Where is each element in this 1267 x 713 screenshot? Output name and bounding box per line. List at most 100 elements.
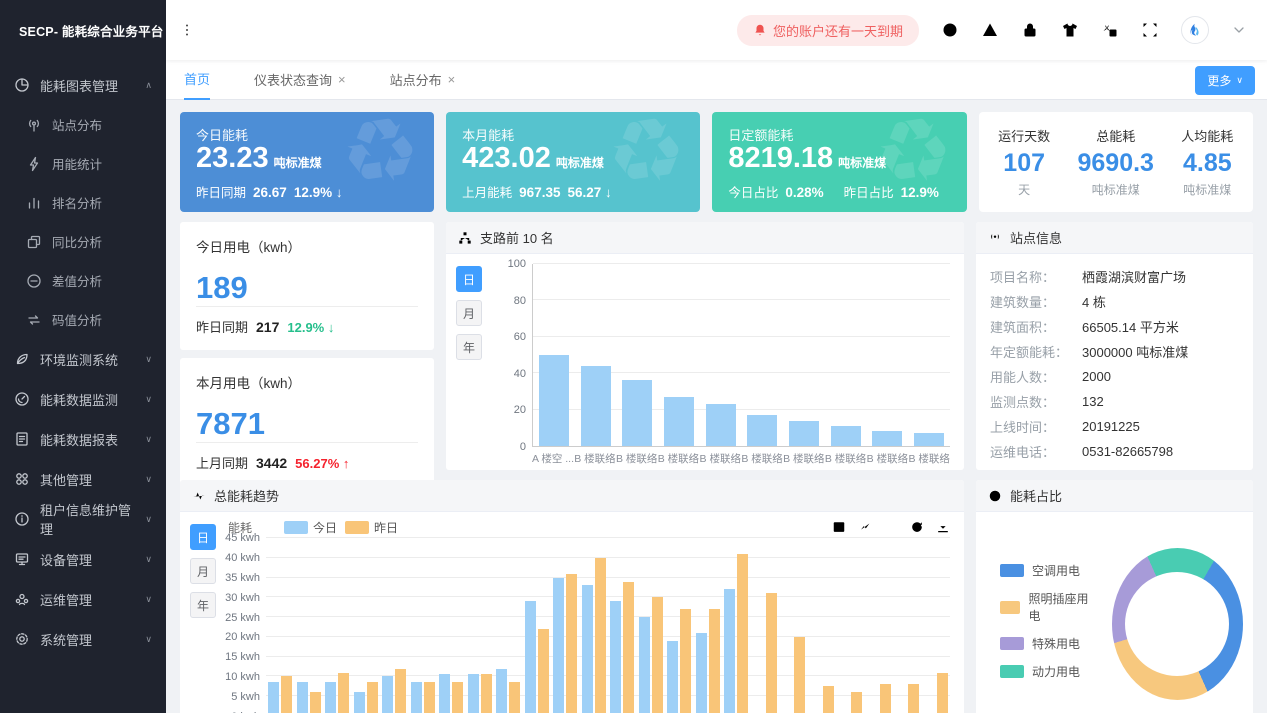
bar-group[interactable] (616, 264, 658, 446)
bar-group[interactable] (466, 538, 495, 713)
dashboard-icon[interactable] (941, 21, 959, 39)
bar-group[interactable] (608, 538, 637, 713)
tab-site-distribution[interactable]: 站点分布× (390, 60, 456, 100)
bar-yesterday[interactable] (367, 682, 378, 713)
toggle-month[interactable]: 月 (456, 300, 482, 326)
lock-icon[interactable] (1021, 21, 1039, 39)
bar-yesterday[interactable] (908, 684, 919, 713)
bar-group[interactable] (637, 538, 666, 713)
sidebar-item-energy-statistics[interactable]: 用能统计 (0, 144, 166, 183)
warning-icon[interactable] (981, 21, 999, 39)
bar-group[interactable] (893, 538, 922, 713)
bar[interactable] (789, 421, 819, 446)
bar-group[interactable] (494, 538, 523, 713)
tab-home[interactable]: 首页 (184, 60, 210, 100)
sidebar-item-difference-analysis[interactable]: 差值分析 (0, 261, 166, 300)
bar-group[interactable] (409, 538, 438, 713)
bar-group[interactable] (380, 538, 409, 713)
bar[interactable] (872, 431, 902, 446)
bar-today[interactable] (639, 617, 650, 713)
sidebar-group-energy-reports[interactable]: 能耗数据报表 ∨ (0, 419, 166, 459)
legend-item-ac[interactable]: 空调用电 (1000, 562, 1090, 579)
bar-group[interactable] (808, 538, 837, 713)
bar-yesterday[interactable] (281, 676, 292, 713)
bar-today[interactable] (268, 682, 279, 713)
bar-today[interactable] (610, 601, 621, 713)
bar-group[interactable] (580, 538, 609, 713)
bar-yesterday[interactable] (680, 609, 691, 713)
bar-yesterday[interactable] (310, 692, 321, 713)
bar-group[interactable] (266, 538, 295, 713)
toggle-day[interactable]: 日 (190, 524, 216, 550)
bar-yesterday[interactable] (937, 673, 948, 713)
refresh-icon[interactable] (910, 520, 924, 534)
sidebar-group-ops-management[interactable]: 运维管理 ∨ (0, 579, 166, 619)
toggle-year[interactable]: 年 (190, 592, 216, 618)
bar-yesterday[interactable] (851, 692, 862, 713)
bar-yesterday[interactable] (709, 609, 720, 713)
legend-item-today[interactable]: 今日 (284, 519, 337, 536)
bar[interactable] (622, 380, 652, 446)
bar-today[interactable] (354, 692, 365, 713)
bar-today[interactable] (582, 585, 593, 713)
close-tab-icon[interactable]: × (448, 72, 456, 87)
bar-yesterday[interactable] (794, 637, 805, 713)
bar-series[interactable] (533, 264, 950, 446)
bar-today[interactable] (325, 682, 336, 713)
bar-group[interactable] (533, 264, 575, 446)
bar-today[interactable] (724, 589, 735, 713)
bar[interactable] (914, 433, 944, 446)
fullscreen-icon[interactable] (1141, 21, 1159, 39)
bar-yesterday[interactable] (766, 593, 777, 713)
sidebar-item-code-value-analysis[interactable]: 码值分析 (0, 300, 166, 339)
close-tab-icon[interactable]: × (338, 72, 346, 87)
bar-group[interactable] (867, 264, 909, 446)
sidebar-group-tenant-info[interactable]: 租户信息维护管理 ∨ (0, 499, 166, 539)
bar[interactable] (747, 415, 777, 446)
bar-yesterday[interactable] (737, 554, 748, 713)
bar-group[interactable] (865, 538, 894, 713)
bar-yesterday[interactable] (395, 669, 406, 713)
bar-group[interactable] (658, 264, 700, 446)
toggle-year[interactable]: 年 (456, 334, 482, 360)
sidebar-group-system-management[interactable]: 系统管理 ∨ (0, 619, 166, 659)
bar-group[interactable] (551, 538, 580, 713)
sidebar-group-device-management[interactable]: 设备管理 ∨ (0, 539, 166, 579)
bar-group[interactable] (523, 538, 552, 713)
data-view-icon[interactable] (832, 520, 846, 534)
bar[interactable] (539, 355, 569, 446)
sidebar-item-yoy-analysis[interactable]: 同比分析 (0, 222, 166, 261)
account-expiry-notice[interactable]: 您的账户还有一天到期 (737, 15, 919, 46)
bar-yesterday[interactable] (538, 629, 549, 713)
bar-yesterday[interactable] (452, 682, 463, 713)
bar-today[interactable] (297, 682, 308, 713)
download-icon[interactable] (936, 520, 950, 534)
bar[interactable] (831, 426, 861, 446)
collapse-menu-icon[interactable] (184, 21, 202, 39)
sidebar-group-other-management[interactable]: 其他管理 ∨ (0, 459, 166, 499)
bar-group[interactable] (323, 538, 352, 713)
donut-chart[interactable] (1112, 548, 1243, 700)
bar-group[interactable] (836, 538, 865, 713)
bar-group[interactable] (295, 538, 324, 713)
toggle-day[interactable]: 日 (456, 266, 482, 292)
bar-group[interactable] (751, 538, 780, 713)
bar-today[interactable] (382, 676, 393, 713)
translate-icon[interactable] (1101, 21, 1119, 39)
sidebar-group-environment-monitoring[interactable]: 环境监测系统 ∨ (0, 339, 166, 379)
bar-group[interactable] (665, 538, 694, 713)
legend-item-power[interactable]: 动力用电 (1000, 663, 1090, 680)
bar-today[interactable] (667, 641, 678, 713)
user-avatar[interactable] (1181, 16, 1209, 44)
bar[interactable] (664, 397, 694, 446)
legend-item-special[interactable]: 特殊用电 (1000, 635, 1090, 652)
bar-group[interactable] (922, 538, 951, 713)
toggle-month[interactable]: 月 (190, 558, 216, 584)
bar-today[interactable] (525, 601, 536, 713)
legend-item-lighting[interactable]: 照明插座用电 (1000, 590, 1090, 624)
bar-today[interactable] (553, 578, 564, 713)
bar-group[interactable] (700, 264, 742, 446)
bar-yesterday[interactable] (338, 673, 349, 713)
chevron-down-icon[interactable] (1231, 22, 1247, 38)
bar-group[interactable] (694, 538, 723, 713)
